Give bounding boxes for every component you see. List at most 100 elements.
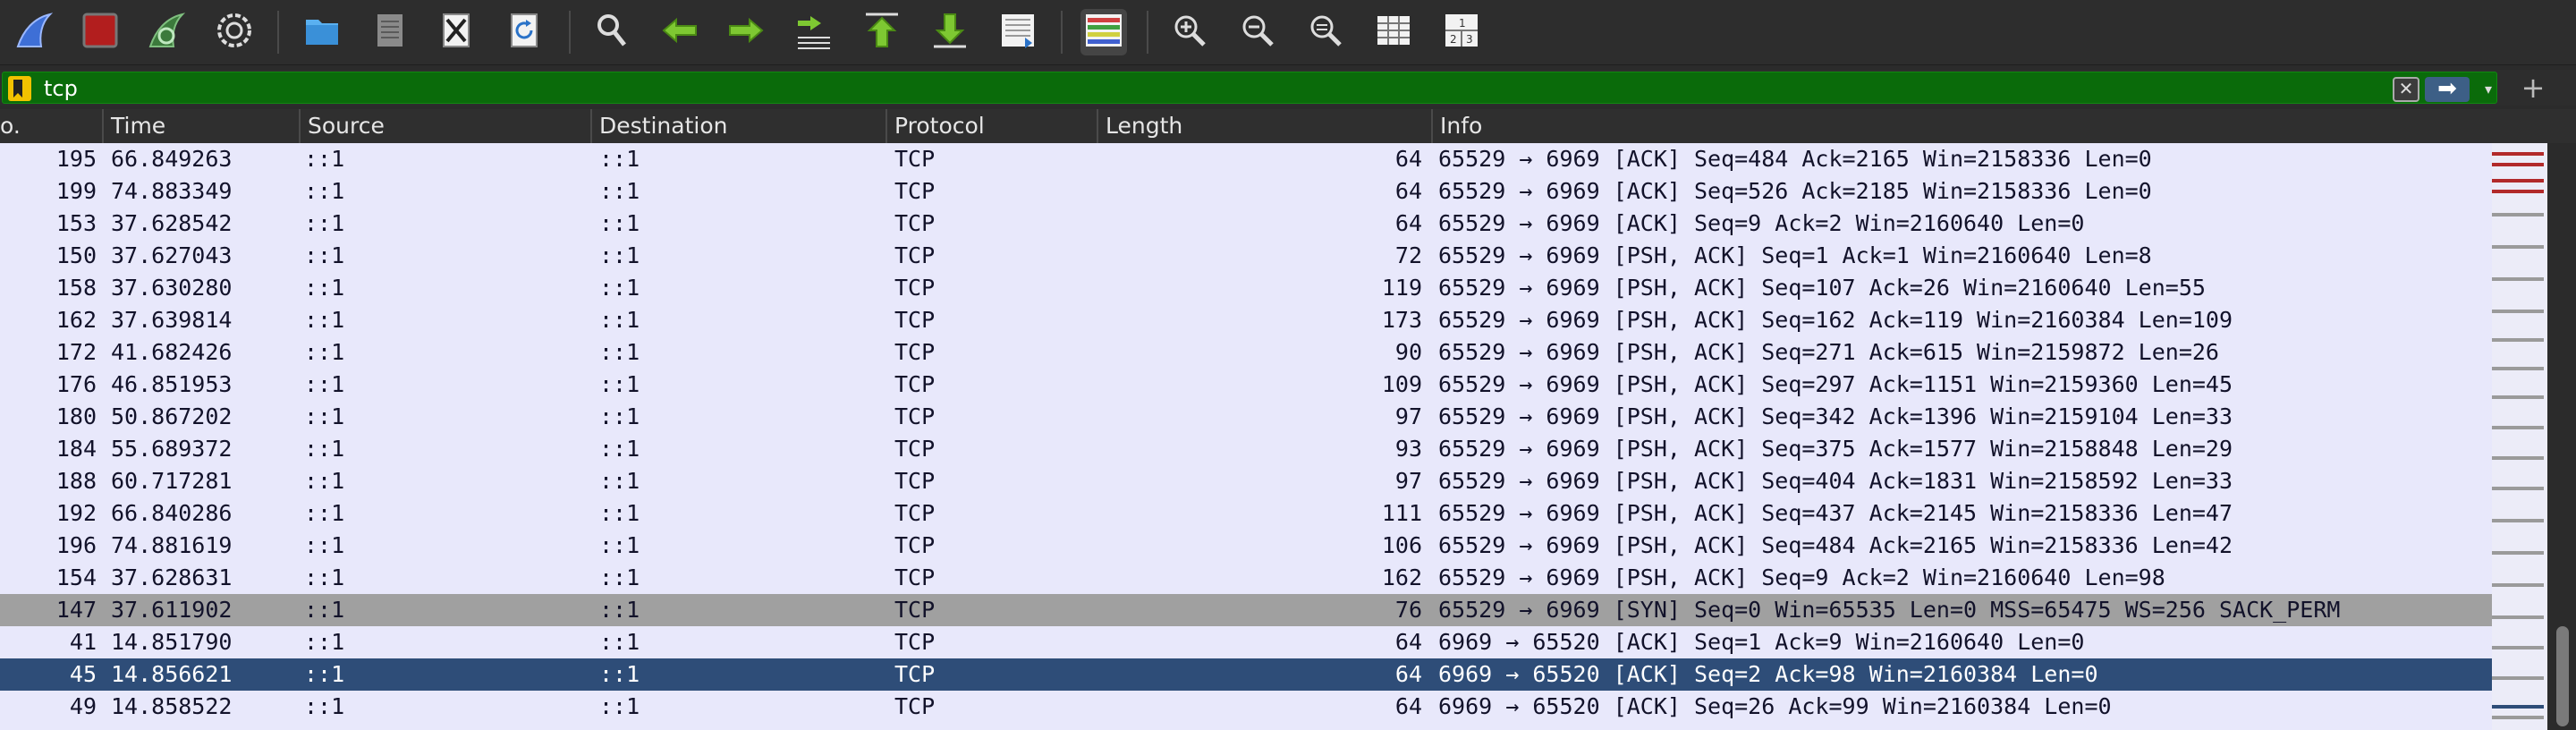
packet-source: ::1 (304, 403, 345, 429)
minimap-mark (2492, 456, 2544, 460)
zoom-in-button[interactable] (1166, 9, 1213, 55)
packet-row[interactable]: 176 46.851953::1::1 TCP 109 65529 → 6969 [PS… (0, 369, 2492, 401)
packet-minimap[interactable] (2492, 143, 2547, 730)
autoscroll-icon (998, 11, 1038, 54)
column-header-no[interactable]: o. (0, 109, 102, 143)
packet-list-header: o. Time Source Destination Protocol Leng… (0, 109, 2576, 144)
packet-time: 60.717281 (111, 468, 233, 494)
packet-row[interactable]: 188 60.717281::1::1 TCP 97 65529 → 6969 [PSH… (0, 465, 2492, 497)
packet-info: 65529 → 6969 [PSH, ACK] Seq=271 Ack=615 … (1438, 339, 2219, 365)
packet-info: 65529 → 6969 [PSH, ACK] Seq=484 Ack=2165… (1438, 532, 2233, 558)
packet-time: 14.858522 (111, 693, 233, 719)
packet-length: 173 (1381, 307, 1422, 333)
packet-number: 49 (69, 693, 97, 719)
save-file-button[interactable] (367, 9, 413, 55)
packet-row[interactable]: 199 74.883349::1::1 TCP 64 65529 → 6969 [ACK… (0, 175, 2492, 208)
packet-info: 65529 → 6969 [ACK] Seq=526 Ack=2185 Win=… (1438, 178, 2152, 204)
minimap-mark (2492, 367, 2544, 370)
packet-row[interactable]: 49 14.858522::1::1 TCP 64 6969 → 65520 [ACK]… (0, 691, 2492, 723)
display-filter-input[interactable]: tcp ✕ ➡ ▾ (2, 72, 2497, 104)
reload-file-button[interactable] (501, 9, 547, 55)
packet-time: 14.856621 (111, 661, 233, 687)
colorize-icon (1084, 11, 1123, 54)
packet-destination: ::1 (599, 242, 640, 268)
packet-protocol: TCP (894, 500, 936, 526)
layout-button[interactable]: 123 (1438, 9, 1485, 55)
packet-row[interactable]: 180 50.867202::1::1 TCP 97 65529 → 6969 [PSH… (0, 401, 2492, 433)
packet-row[interactable]: 184 55.689372::1::1 TCP 93 65529 → 6969 [PSH… (0, 433, 2492, 465)
restart-capture-button[interactable] (143, 9, 190, 55)
close-file-button[interactable] (433, 9, 479, 55)
column-header-protocol[interactable]: Protocol (886, 109, 1097, 143)
packet-row[interactable]: 153 37.628542::1::1 TCP 64 65529 → 6969 [ACK… (0, 208, 2492, 240)
stop-capture-button[interactable] (77, 9, 123, 55)
go-last-button[interactable] (927, 9, 973, 55)
packet-number: 154 (55, 564, 97, 590)
packet-protocol: TCP (894, 532, 936, 558)
packet-destination: ::1 (599, 693, 640, 719)
bookmark-icon[interactable] (8, 76, 31, 101)
apply-filter-button[interactable]: ➡ (2425, 77, 2470, 102)
resize-columns-button[interactable] (1370, 9, 1417, 55)
go-to-packet-button[interactable] (791, 9, 837, 55)
column-header-length[interactable]: Length (1097, 109, 1431, 143)
packet-info: 65529 → 6969 [ACK] Seq=9 Ack=2 Win=21606… (1438, 210, 2085, 236)
packet-protocol: TCP (894, 564, 936, 590)
open-file-button[interactable] (299, 9, 345, 55)
column-header-source[interactable]: Source (299, 109, 590, 143)
packet-destination: ::1 (599, 468, 640, 494)
capture-options-button[interactable] (211, 9, 258, 55)
find-packet-button[interactable] (589, 9, 635, 55)
close-file-icon (436, 11, 476, 54)
zoom-out-button[interactable] (1234, 9, 1281, 55)
go-first-button[interactable] (859, 9, 905, 55)
packet-protocol: TCP (894, 146, 936, 172)
packet-list[interactable]: 195 66.849263::1::1 TCP 64 65529 → 6969 [ACK… (0, 143, 2492, 730)
packet-length: 64 (1394, 693, 1422, 719)
column-header-destination[interactable]: Destination (590, 109, 886, 143)
packet-row[interactable]: 196 74.881619::1::1 TCP 106 65529 → 6969 [PS… (0, 530, 2492, 562)
clear-filter-button[interactable]: ✕ (2393, 77, 2419, 102)
packet-protocol: TCP (894, 629, 936, 655)
go-back-button[interactable] (657, 9, 703, 55)
filter-history-dropdown[interactable]: ▾ (2479, 80, 2498, 99)
packet-row[interactable]: 41 14.851790::1::1 TCP 64 6969 → 65520 [ACK]… (0, 626, 2492, 658)
selected-packet-row[interactable]: 45 14.856621::1::1 TCP 64 6969 → 65520 [ACK]… (0, 658, 2492, 691)
packet-row[interactable]: 147 37.611902::1::1 TCP 76 65529 → 6969 [SYN… (0, 594, 2492, 626)
packet-length: 64 (1394, 210, 1422, 236)
start-capture-button[interactable] (11, 9, 57, 55)
minimap-mark (2492, 487, 2544, 490)
packet-length: 97 (1394, 403, 1422, 429)
minimap-mark (2492, 338, 2544, 342)
packet-row[interactable]: 154 37.628631::1::1 TCP 162 65529 → 6969 [PS… (0, 562, 2492, 594)
packet-number: 147 (55, 597, 97, 623)
go-forward-button[interactable] (723, 9, 769, 55)
minimap-mark (2492, 519, 2544, 522)
packet-row[interactable]: 192 66.840286::1::1 TCP 111 65529 → 6969 [PS… (0, 497, 2492, 530)
magnifier-icon (592, 11, 631, 54)
packet-protocol: TCP (894, 403, 936, 429)
minimap-mark (2492, 179, 2544, 182)
scrollbar-thumb[interactable] (2556, 626, 2569, 726)
packet-source: ::1 (304, 210, 345, 236)
colorize-button[interactable] (1080, 9, 1127, 55)
packet-source: ::1 (304, 146, 345, 172)
packet-number: 153 (55, 210, 97, 236)
minimap-mark (2492, 277, 2544, 281)
column-header-info[interactable]: Info (1431, 109, 2576, 143)
packet-info: 65529 → 6969 [PSH, ACK] Seq=1 Ack=1 Win=… (1438, 242, 2152, 268)
packet-row[interactable]: 150 37.627043::1::1 TCP 72 65529 → 6969 [PSH… (0, 240, 2492, 272)
packet-protocol: TCP (894, 436, 936, 462)
packet-row[interactable]: 162 37.639814::1::1 TCP 173 65529 → 6969 [PS… (0, 304, 2492, 336)
packet-row[interactable]: 172 41.682426::1::1 TCP 90 65529 → 6969 [PSH… (0, 336, 2492, 369)
arrow-down-icon (930, 11, 970, 54)
zoom-reset-button[interactable] (1302, 9, 1349, 55)
packet-info: 6969 → 65520 [ACK] Seq=2 Ack=98 Win=2160… (1438, 661, 2098, 687)
packet-row[interactable]: 158 37.630280::1::1 TCP 119 65529 → 6969 [PS… (0, 272, 2492, 304)
packet-length: 93 (1394, 436, 1422, 462)
add-filter-button[interactable]: + (2515, 70, 2551, 106)
packet-row[interactable]: 195 66.849263::1::1 TCP 64 65529 → 6969 [ACK… (0, 143, 2492, 175)
column-header-time[interactable]: Time (102, 109, 299, 143)
filter-text[interactable]: tcp (44, 76, 78, 101)
autoscroll-button[interactable] (995, 9, 1041, 55)
